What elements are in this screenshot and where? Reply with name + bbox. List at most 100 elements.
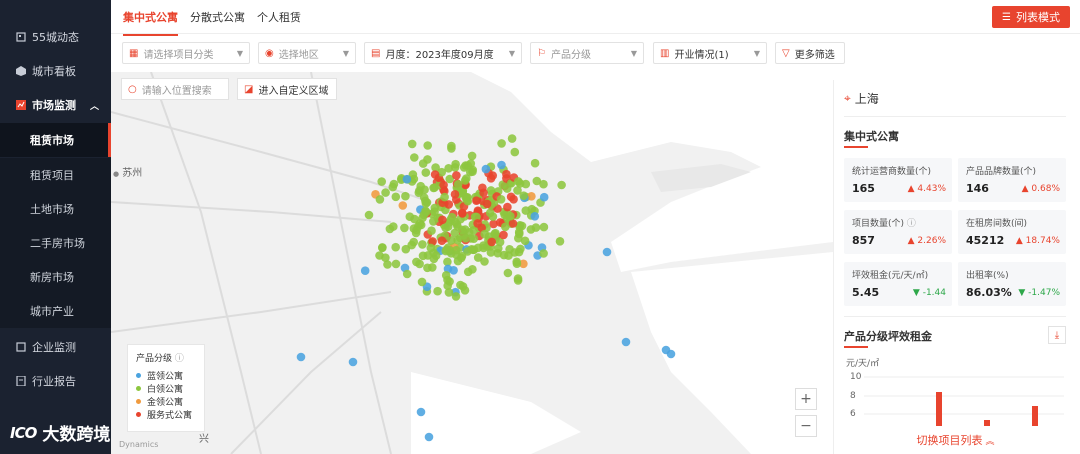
apartment-point[interactable] xyxy=(459,163,469,172)
apartment-point[interactable] xyxy=(420,185,429,194)
map-canvas[interactable]: ○ 请输入位置搜索 ◪ 进入自定义区域 ● 苏州 兴 Dynamics 产品分级 ⓘ… xyxy=(111,72,833,454)
month-select[interactable]: ▤ 月度：2023年度09月度 ▼ xyxy=(364,42,522,64)
region-select[interactable]: ◉ 选择地区 ▼ xyxy=(258,42,356,64)
apartment-point[interactable] xyxy=(539,249,548,258)
apartment-point[interactable] xyxy=(472,196,481,205)
apartment-point[interactable] xyxy=(410,153,419,162)
apartment-point[interactable] xyxy=(423,263,432,273)
custom-zone-button[interactable]: ◪ 进入自定义区域 xyxy=(237,78,337,100)
apartment-point[interactable] xyxy=(391,242,401,252)
apartment-point[interactable] xyxy=(539,192,549,202)
apartment-point[interactable] xyxy=(364,210,374,220)
apartment-point[interactable] xyxy=(443,222,453,231)
apartment-point[interactable] xyxy=(517,221,527,231)
status-select[interactable]: ▥ 开业情况(1) ▼ xyxy=(653,42,767,64)
apartment-point[interactable] xyxy=(378,243,387,252)
category-select[interactable]: ▦ 请选择项目分类 ▼ xyxy=(122,42,250,64)
apartment-point[interactable] xyxy=(602,247,612,257)
apartment-point[interactable] xyxy=(407,139,417,149)
apartment-point[interactable] xyxy=(468,165,478,175)
apartment-point[interactable] xyxy=(443,281,453,290)
apartment-point[interactable] xyxy=(487,237,497,247)
sidebar-sub-rental-market[interactable]: 租赁市场 xyxy=(0,123,111,157)
sidebar-sub-city-industry[interactable]: 城市产业 xyxy=(0,294,111,328)
apartment-point[interactable] xyxy=(510,147,520,157)
apartment-point[interactable] xyxy=(417,277,427,287)
apartment-point[interactable] xyxy=(539,179,548,189)
apartment-point[interactable] xyxy=(520,236,530,246)
apartment-point[interactable] xyxy=(389,222,398,231)
apartment-point[interactable] xyxy=(423,251,433,260)
apartment-point[interactable] xyxy=(360,266,370,275)
apartment-point[interactable] xyxy=(418,159,428,168)
apartment-point[interactable] xyxy=(666,349,676,359)
apartment-point[interactable] xyxy=(388,182,398,192)
apartment-point[interactable] xyxy=(401,191,410,201)
download-button[interactable]: ⤓ xyxy=(1048,326,1066,344)
apartment-point[interactable] xyxy=(457,225,467,235)
apartment-point[interactable] xyxy=(453,235,463,245)
apartment-point[interactable] xyxy=(486,186,496,195)
apartment-point[interactable] xyxy=(539,222,549,232)
sidebar-item-city-board[interactable]: 城市看板 xyxy=(0,54,111,88)
apartment-point[interactable] xyxy=(375,251,384,260)
apartment-point[interactable] xyxy=(452,250,461,260)
apartment-point[interactable] xyxy=(402,269,412,279)
apartment-point[interactable] xyxy=(480,257,489,266)
sidebar-sub-land-market[interactable]: 土地市场 xyxy=(0,192,111,226)
sidebar-item-city-dynamics[interactable]: 55城动态 xyxy=(0,20,111,54)
apartment-point[interactable] xyxy=(438,215,447,225)
apartment-point[interactable] xyxy=(501,222,510,232)
apartment-point[interactable] xyxy=(473,219,482,228)
tab-personal-rental[interactable]: 个人租赁 xyxy=(257,9,301,25)
apartment-point[interactable] xyxy=(503,202,512,212)
apartment-point[interactable] xyxy=(447,144,456,153)
apartment-point[interactable] xyxy=(423,141,433,150)
apartment-point[interactable] xyxy=(513,186,522,195)
apartment-point[interactable] xyxy=(458,209,467,218)
apartment-point[interactable] xyxy=(405,212,415,221)
list-mode-button[interactable]: ☰ 列表模式 xyxy=(992,6,1070,28)
apartment-point[interactable] xyxy=(381,188,390,197)
apartment-point[interactable] xyxy=(494,244,503,253)
apartment-point[interactable] xyxy=(512,257,521,267)
apartment-point[interactable] xyxy=(514,247,524,257)
sidebar-sub-new-home-market[interactable]: 新房市场 xyxy=(0,260,111,294)
apartment-point[interactable] xyxy=(485,208,495,218)
apartment-point[interactable] xyxy=(497,139,506,148)
apartment-point[interactable] xyxy=(430,170,440,179)
apartment-point[interactable] xyxy=(383,260,392,269)
apartment-point[interactable] xyxy=(296,352,306,362)
apartment-point[interactable] xyxy=(431,251,441,260)
apartment-point[interactable] xyxy=(467,245,476,254)
apartment-point[interactable] xyxy=(451,159,460,169)
apartment-point[interactable] xyxy=(421,206,430,216)
apartment-point[interactable] xyxy=(514,177,523,186)
apartment-point[interactable] xyxy=(418,240,427,249)
apartment-point[interactable] xyxy=(421,196,430,206)
sidebar-item-enterprise-monitor[interactable]: 企业监测 xyxy=(0,330,111,364)
apartment-point[interactable] xyxy=(557,180,566,190)
zoom-in-button[interactable]: + xyxy=(795,388,817,410)
apartment-point[interactable] xyxy=(468,265,477,274)
apartment-point[interactable] xyxy=(461,193,471,202)
zoom-out-button[interactable]: − xyxy=(795,415,817,437)
apartment-point[interactable] xyxy=(421,168,431,177)
apartment-point[interactable] xyxy=(416,407,426,417)
apartment-point[interactable] xyxy=(424,432,434,442)
apartment-point[interactable] xyxy=(415,259,424,269)
apartment-point[interactable] xyxy=(461,233,471,243)
apartment-point[interactable] xyxy=(453,180,463,189)
sidebar-item-market-monitor[interactable]: 市场监测 ︿ xyxy=(0,88,111,122)
apartment-point[interactable] xyxy=(481,164,491,174)
apartment-point[interactable] xyxy=(451,292,461,301)
tab-centralized-apartment[interactable]: 集中式公寓 xyxy=(123,9,178,36)
sidebar-sub-rental-projects[interactable]: 租赁项目 xyxy=(0,158,111,192)
location-search-input[interactable]: ○ 请输入位置搜索 xyxy=(121,78,229,100)
apartment-point[interactable] xyxy=(621,337,631,347)
apartment-point[interactable] xyxy=(508,219,518,228)
apartment-point[interactable] xyxy=(504,251,513,260)
more-filters-button[interactable]: ▽ 更多筛选 xyxy=(775,42,845,64)
apartment-point[interactable] xyxy=(402,174,412,184)
apartment-point[interactable] xyxy=(439,180,448,190)
